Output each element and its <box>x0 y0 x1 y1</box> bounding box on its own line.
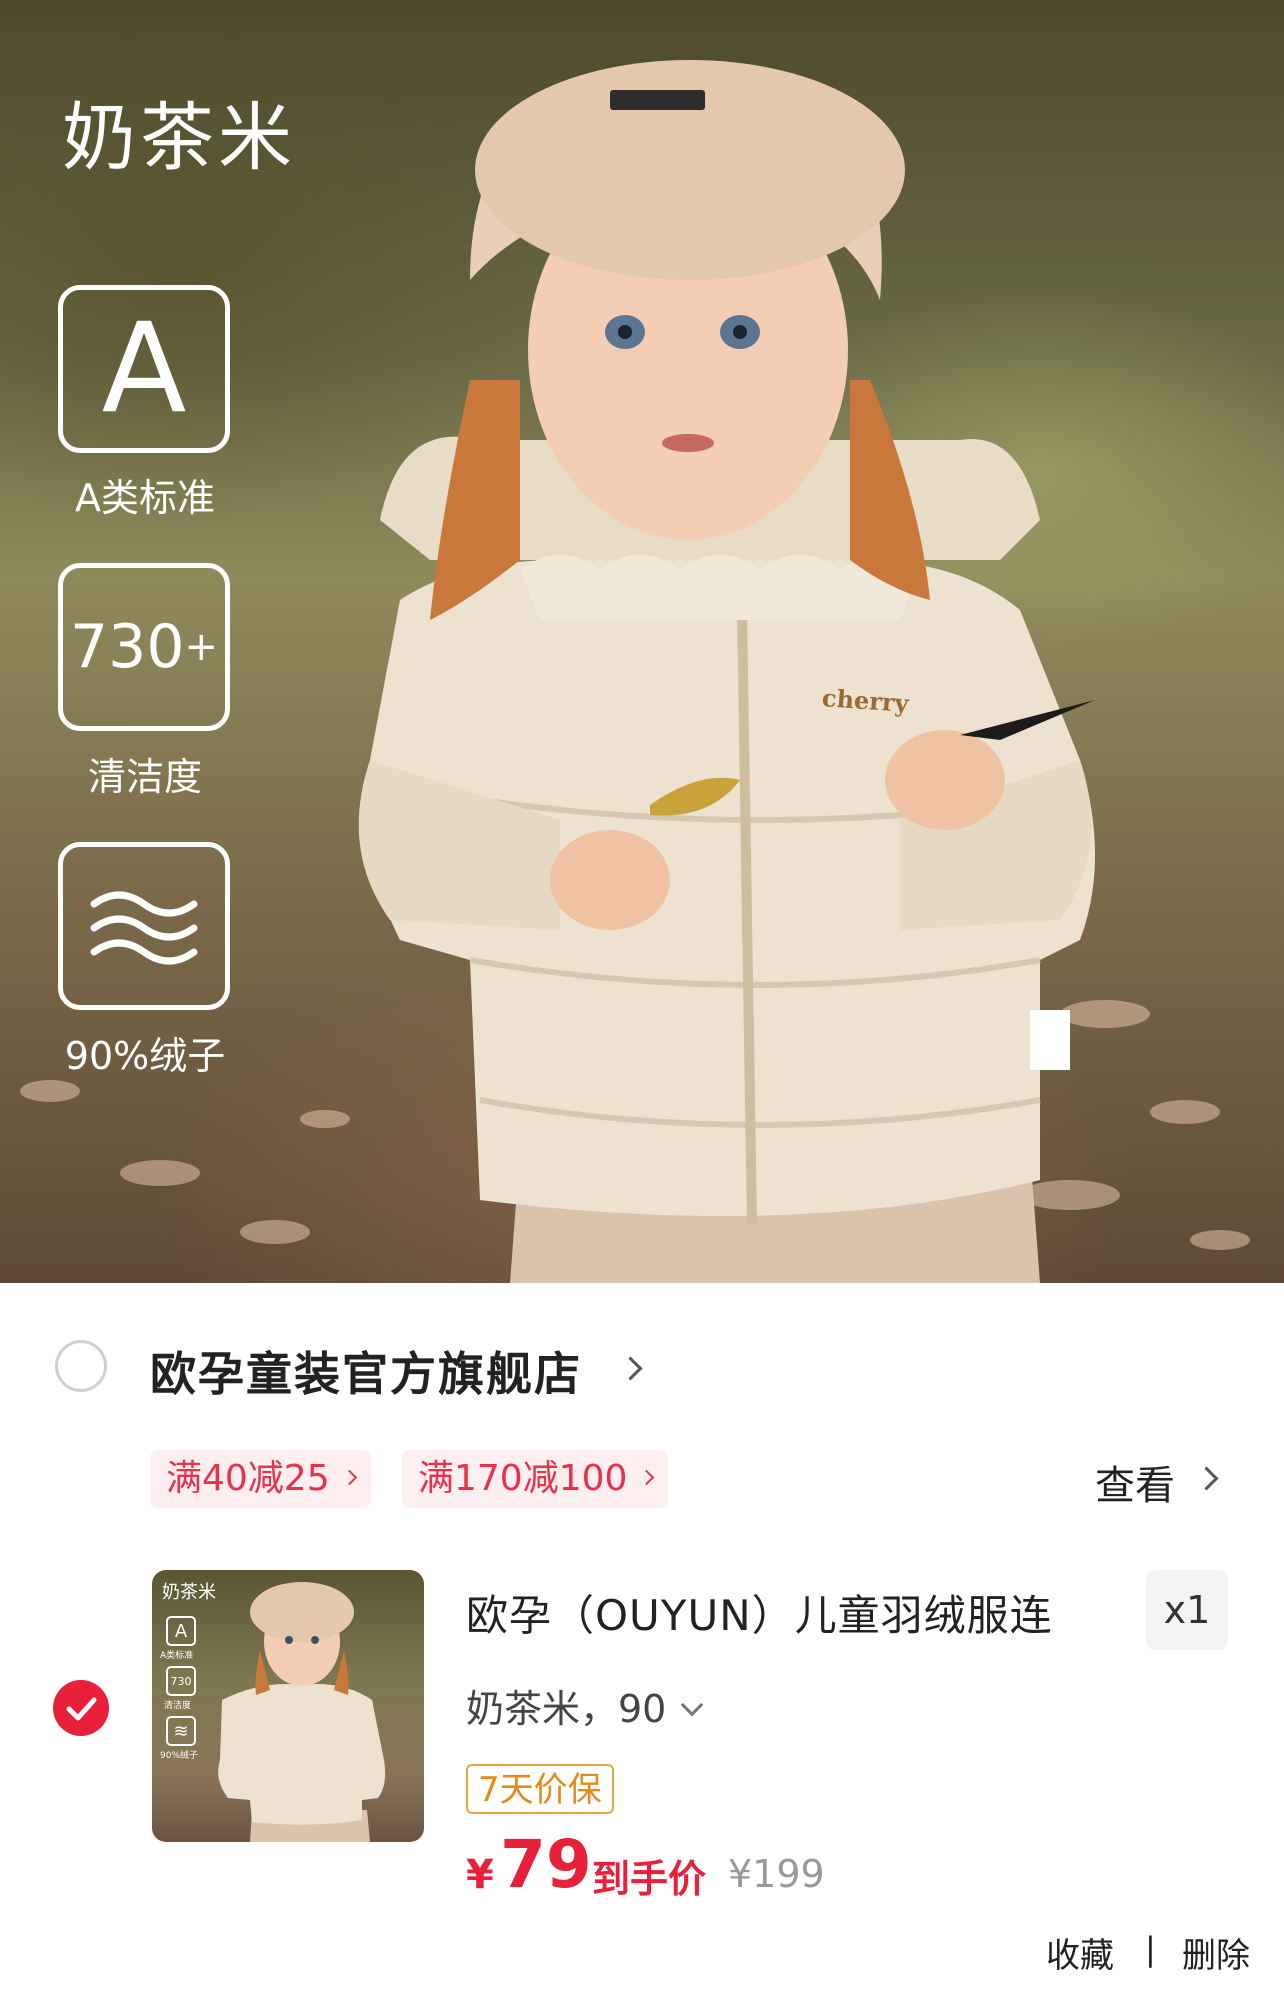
product-title[interactable]: 欧孕（OUYUN）儿童羽绒服连 <box>466 1582 1126 1643</box>
checkmark-icon <box>66 1697 97 1721</box>
favorite-button[interactable]: 收藏 <box>1046 1928 1114 1977</box>
grade-a-label: A类标准 <box>75 476 215 520</box>
final-price-tag: 到手价 <box>592 1857 707 1901</box>
cleanliness-value: 730 <box>69 612 185 682</box>
delete-button[interactable]: 删除 <box>1182 1928 1250 1977</box>
thumb-title: 奶茶米 <box>162 1582 216 1603</box>
cleanliness-icon: 730 + <box>58 563 230 731</box>
cleanliness-label: 清洁度 <box>87 755 202 799</box>
chevron-right-icon <box>639 1469 655 1485</box>
jacket-brand-text: cherry <box>821 683 910 718</box>
price-currency: ¥ <box>466 1852 494 1898</box>
grade-a-icon: A <box>58 285 230 453</box>
quantity-button[interactable]: x1 <box>1146 1570 1228 1650</box>
variant-label: 奶茶米，90 <box>466 1687 667 1731</box>
item-checked-checkbox[interactable] <box>53 1680 109 1736</box>
store-name-link[interactable]: 欧孕童装官方旗舰店 <box>150 1338 582 1404</box>
view-promotions-link[interactable]: 查看 <box>1095 1453 1175 1511</box>
product-hero-image[interactable]: cherry 奶茶米 A A类标准 730 + 清洁度 90%绒子 <box>0 0 1284 1283</box>
variant-selector[interactable]: 奶茶米，90 <box>466 1678 704 1733</box>
promo-tag-1[interactable]: 满40减25 <box>150 1450 371 1508</box>
thumb-a-label: A类标准 <box>160 1651 194 1661</box>
thumbnail-child-figure <box>218 1582 386 1842</box>
cleanliness-icon: 730 <box>166 1666 196 1696</box>
down-percent-label: 90%绒子 <box>64 1034 226 1078</box>
grade-a-icon: A <box>166 1616 196 1646</box>
chevron-right-icon <box>341 1469 357 1485</box>
down-wave-icon: ≋ <box>166 1716 196 1746</box>
original-price: ¥199 <box>728 1852 825 1896</box>
store-select-radio[interactable] <box>55 1340 107 1392</box>
hero-color-title: 奶茶米 <box>62 95 296 181</box>
price-guarantee-badge: 7天价保 <box>466 1764 614 1814</box>
promo-tag-2[interactable]: 满170减100 <box>402 1450 669 1508</box>
action-separator: | <box>1145 1930 1156 1968</box>
thumb-down-label: 90%绒子 <box>160 1751 199 1761</box>
down-wave-icon <box>58 842 230 1010</box>
price-value: 79 <box>500 1826 592 1903</box>
chevron-down-icon <box>681 1693 704 1717</box>
thumb-cleanliness-label: 清洁度 <box>164 1701 192 1711</box>
product-thumbnail[interactable]: 奶茶米 A A类标准 730 清洁度 ≋ 90%绒子 <box>152 1570 424 1842</box>
